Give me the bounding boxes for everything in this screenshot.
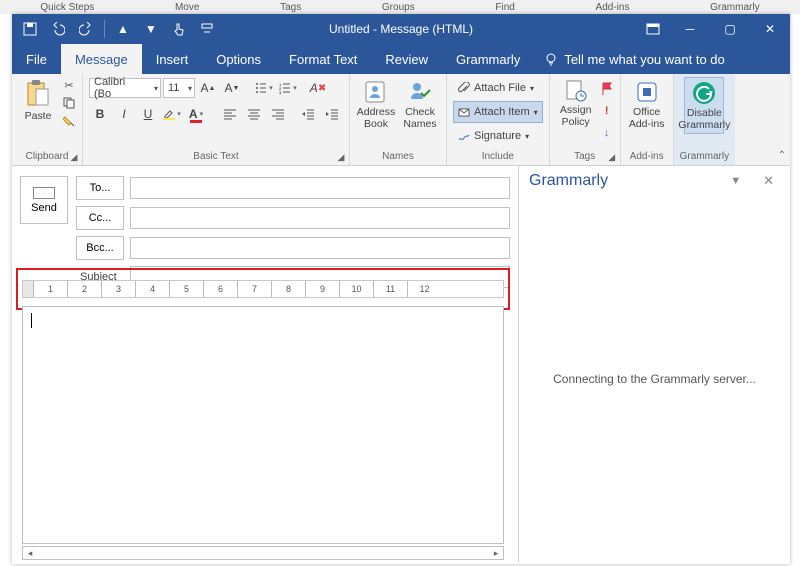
numbering-icon[interactable]: 123 xyxy=(277,77,299,99)
attach-item-button[interactable]: Attach Item▾ xyxy=(453,101,543,123)
window-controls: ─ ▢ ✕ xyxy=(670,14,790,44)
tags-dialog-launcher[interactable]: ◢ xyxy=(606,151,618,163)
clear-formatting-icon[interactable]: A✖ xyxy=(307,77,329,99)
address-book-button[interactable]: Address Book xyxy=(356,77,396,130)
message-window: ▲ ▼ Untitled - Message (HTML) ─ ▢ ✕ File… xyxy=(12,14,790,564)
maximize-button[interactable]: ▢ xyxy=(710,14,750,44)
highlight-icon[interactable] xyxy=(161,103,183,125)
grow-font-icon[interactable]: A▲ xyxy=(197,77,219,99)
pane-menu-icon[interactable]: ▼ xyxy=(726,171,745,191)
disable-grammarly-button[interactable]: Disable Grammarly xyxy=(684,77,724,134)
group-clipboard: Paste ✂ Clipboard ◢ xyxy=(12,74,83,165)
basic-text-dialog-launcher[interactable]: ◢ xyxy=(335,151,347,163)
previous-item-icon[interactable]: ▲ xyxy=(111,17,135,41)
attach-item-icon xyxy=(458,106,470,118)
align-center-icon[interactable] xyxy=(243,103,265,125)
bullets-icon[interactable] xyxy=(253,77,275,99)
horizontal-ruler[interactable]: 123456789101112 xyxy=(22,280,504,298)
group-grammarly: Disable Grammarly Grammarly xyxy=(674,74,735,165)
signature-button[interactable]: Signature▾ xyxy=(453,125,534,147)
next-item-icon[interactable]: ▼ xyxy=(139,17,163,41)
window-title: Untitled - Message (HTML) xyxy=(329,22,473,36)
align-right-icon[interactable] xyxy=(267,103,289,125)
signature-icon xyxy=(458,130,470,142)
group-include: Attach File▾ Attach Item▾ Signature▾ Inc… xyxy=(447,74,550,165)
low-importance-icon[interactable]: ↓ xyxy=(600,125,614,141)
font-size-combo[interactable]: 11 xyxy=(163,78,195,98)
tab-file[interactable]: File xyxy=(12,44,61,74)
background-ribbon-groups: Quick StepsMoveTagsGroupsFindAdd-insGram… xyxy=(0,0,800,14)
bold-button[interactable]: B xyxy=(89,103,111,125)
cut-icon[interactable]: ✂ xyxy=(62,77,76,93)
message-body-editor[interactable] xyxy=(22,306,504,544)
ribbon-display-options-icon[interactable] xyxy=(646,23,660,35)
grammarly-status-text: Connecting to the Grammarly server... xyxy=(553,372,756,386)
redo-icon[interactable] xyxy=(74,17,98,41)
assign-policy-button[interactable]: Assign Policy xyxy=(556,77,596,128)
tab-review[interactable]: Review xyxy=(371,44,442,74)
tab-grammarly[interactable]: Grammarly xyxy=(442,44,534,74)
envelope-icon xyxy=(33,187,55,199)
underline-button[interactable]: U xyxy=(137,103,159,125)
quick-access-toolbar: ▲ ▼ xyxy=(12,17,219,41)
format-painter-icon[interactable] xyxy=(62,113,76,129)
tab-options[interactable]: Options xyxy=(202,44,275,74)
svg-text:3: 3 xyxy=(279,90,282,94)
decrease-indent-icon[interactable] xyxy=(297,103,319,125)
font-color-icon[interactable]: A xyxy=(185,103,207,125)
horizontal-scrollbar[interactable]: ◂ ▸ xyxy=(22,546,504,560)
tell-me-search[interactable]: Tell me what you want to do xyxy=(544,52,724,67)
group-names: Address Book Check Names Names xyxy=(350,74,447,165)
bcc-button[interactable]: Bcc... xyxy=(76,236,124,260)
ribbon: Paste ✂ Clipboard ◢ Calibri (Bo 11 A▲ A▼ xyxy=(12,74,790,166)
paste-button[interactable]: Paste xyxy=(18,77,58,123)
to-field[interactable] xyxy=(130,177,510,199)
bcc-field[interactable] xyxy=(130,237,510,259)
follow-up-flag-icon[interactable] xyxy=(600,81,614,97)
office-addins-button[interactable]: Office Add-ins xyxy=(627,77,667,130)
undo-icon[interactable] xyxy=(46,17,70,41)
tab-message[interactable]: Message xyxy=(61,44,142,74)
high-importance-icon[interactable]: ! xyxy=(600,103,614,119)
cc-field[interactable] xyxy=(130,207,510,229)
minimize-button[interactable]: ─ xyxy=(670,14,710,44)
attach-file-button[interactable]: Attach File▾ xyxy=(453,77,539,99)
scroll-left-icon[interactable]: ◂ xyxy=(23,548,37,559)
send-button[interactable]: Send xyxy=(20,176,68,224)
tab-format-text[interactable]: Format Text xyxy=(275,44,371,74)
close-button[interactable]: ✕ xyxy=(750,14,790,44)
pane-close-icon[interactable]: ✕ xyxy=(757,169,780,193)
align-left-icon[interactable] xyxy=(219,103,241,125)
customize-qat-icon[interactable] xyxy=(195,17,219,41)
group-tags: Assign Policy ! ↓ Tags ◢ xyxy=(550,74,621,165)
group-basic-text: Calibri (Bo 11 A▲ A▼ 123 A✖ B I U A xyxy=(83,74,350,165)
compose-area: Send To... Cc... Bcc... xyxy=(12,166,518,562)
check-names-button[interactable]: Check Names xyxy=(400,77,440,130)
ribbon-tabs: File Message Insert Options Format Text … xyxy=(12,44,790,74)
tab-insert[interactable]: Insert xyxy=(142,44,203,74)
grammarly-pane-title: Grammarly xyxy=(529,172,608,190)
save-icon[interactable] xyxy=(18,17,42,41)
touch-mode-icon[interactable] xyxy=(167,17,191,41)
increase-indent-icon[interactable] xyxy=(321,103,343,125)
italic-button[interactable]: I xyxy=(113,103,135,125)
font-name-combo[interactable]: Calibri (Bo xyxy=(89,78,161,98)
to-button[interactable]: To... xyxy=(76,176,124,200)
title-bar: ▲ ▼ Untitled - Message (HTML) ─ ▢ ✕ xyxy=(12,14,790,44)
shrink-font-icon[interactable]: A▼ xyxy=(221,77,243,99)
copy-icon[interactable] xyxy=(62,95,76,111)
collapse-ribbon-icon[interactable]: ⌃ xyxy=(778,150,786,161)
cc-button[interactable]: Cc... xyxy=(76,206,124,230)
paperclip-icon xyxy=(458,82,470,94)
clipboard-dialog-launcher[interactable]: ◢ xyxy=(68,151,80,163)
lightbulb-icon xyxy=(544,52,558,66)
group-addins: Office Add-ins Add-ins xyxy=(621,74,674,165)
grammarly-pane: Grammarly ▼ ✕ Connecting to the Grammarl… xyxy=(518,166,790,562)
scroll-right-icon[interactable]: ▸ xyxy=(489,548,503,559)
